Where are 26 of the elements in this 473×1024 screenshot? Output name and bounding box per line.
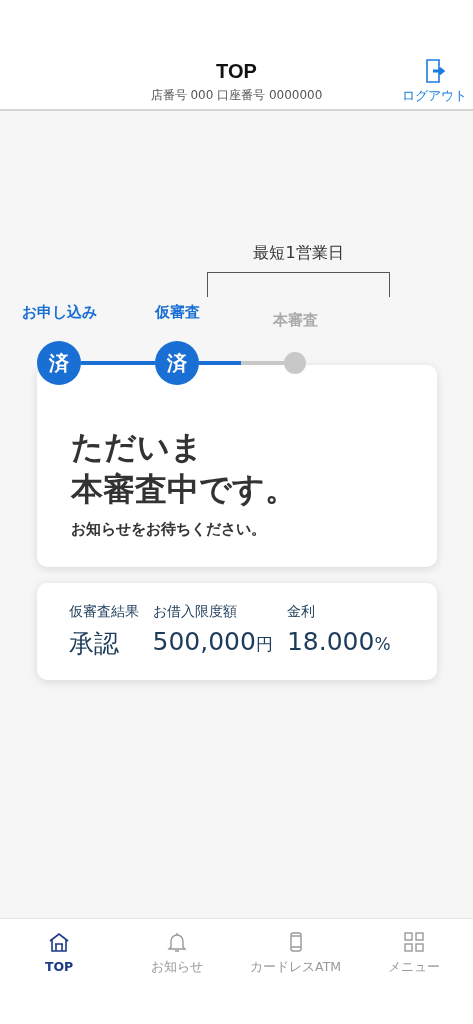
step-label: 本審査: [272, 310, 318, 331]
status-headline: 本審査中です。: [70, 468, 298, 510]
home-icon: [48, 931, 71, 953]
result-label: 金利: [286, 603, 316, 622]
logout-button[interactable]: ログアウト: [402, 58, 467, 105]
duration-label: 最短1営業日: [252, 243, 345, 264]
result-label: お借入限度額: [152, 603, 238, 622]
tab[interactable]: お知らせ: [118, 931, 237, 976]
menu-icon: [402, 931, 425, 953]
step-label: お申し込み: [21, 303, 97, 323]
tab[interactable]: TOP: [0, 931, 119, 974]
logout-icon: [424, 58, 445, 84]
status-note: お知らせをお待ちください。: [70, 520, 267, 540]
page-title: TOP: [216, 60, 257, 83]
result-value: 500,000円: [152, 627, 273, 657]
bell-icon: [166, 931, 189, 953]
tab[interactable]: カードレスATM: [236, 931, 355, 976]
step-label: 仮審査: [154, 303, 200, 323]
tab[interactable]: メニュー: [354, 931, 473, 976]
result-value: 承認: [68, 628, 120, 661]
result-value: 18.000%: [286, 627, 391, 657]
result-label: 仮審査結果: [68, 603, 139, 622]
done-badge: 済: [37, 341, 81, 385]
status-headline: ただいま: [70, 427, 204, 468]
done-badge: 済: [155, 341, 199, 385]
account-number: 店番号 000 口座番号 0000000: [150, 87, 323, 104]
